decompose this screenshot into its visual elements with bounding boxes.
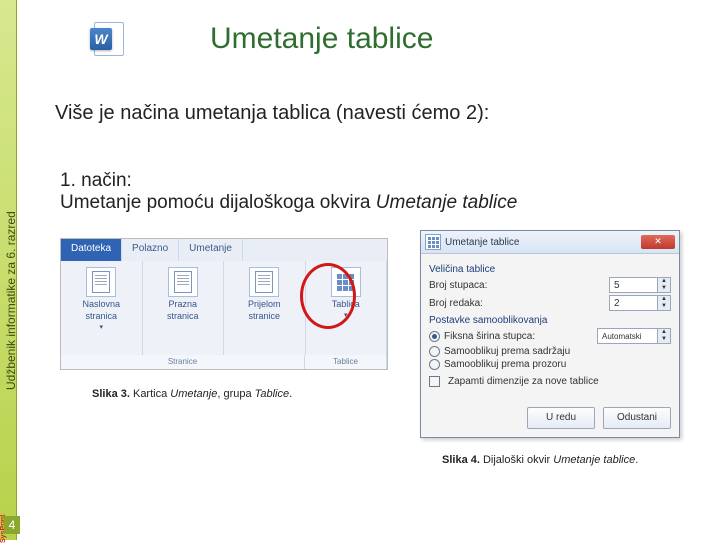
dialog-buttons: U redu Odustani: [527, 407, 671, 429]
chevron-down-icon[interactable]: ▼: [658, 336, 670, 343]
val-fixed: Automatski: [598, 332, 657, 341]
cover-page-icon: [86, 267, 116, 297]
spinner-fixed[interactable]: Automatski▲▼: [597, 328, 671, 344]
cap3-i1: Umetanje: [170, 388, 217, 400]
section-size: Veličina tablice: [429, 264, 671, 275]
tab-polazno[interactable]: Polazno: [122, 239, 179, 261]
cap4-bold: Slika 4.: [442, 454, 480, 466]
radio-content[interactable]: [429, 346, 440, 357]
row-rows: Broj redaka: 2▲▼: [429, 295, 671, 311]
cap3-i2: Tablice: [255, 388, 289, 400]
cap3-r1: Kartica: [130, 388, 170, 400]
cap3-mid: , grupa: [217, 388, 254, 400]
ribbon-body: Naslovna stranica ▾ Prazna stranica Prij…: [61, 261, 387, 355]
grp3-l2: stranice: [248, 311, 280, 321]
page-break-icon: [249, 267, 279, 297]
spinner-cols[interactable]: 5▲▼: [609, 277, 671, 293]
row-columns: Broj stupaca: 5▲▼: [429, 277, 671, 293]
radio-row-fixed: Fiksna širina stupca: Automatski▲▼: [429, 328, 671, 344]
chevron-down-icon: ▾: [344, 311, 348, 319]
page-number: 4: [4, 516, 20, 534]
ribbon-tabs: Datoteka Polazno Umetanje: [61, 239, 387, 261]
ribbon-footer: Stranice Tablice: [61, 355, 387, 369]
tab-datoteka[interactable]: Datoteka: [61, 239, 122, 261]
grp-tablica[interactable]: Tablica ▾: [306, 261, 388, 355]
table-icon: [331, 267, 361, 297]
caption4: Slika 4. Dijaloški okvir Umetanje tablic…: [442, 454, 638, 466]
chevron-down-icon[interactable]: ▼: [658, 303, 670, 310]
spine-text: Udžbenik informatike za 6. razred: [4, 211, 18, 390]
cap4-ital: Umetanje tablice: [553, 454, 635, 466]
blank-page-icon: [168, 267, 198, 297]
intro-text: Više je načina umetanja tablica (navesti…: [55, 102, 489, 125]
cap3-bold: Slika 3.: [92, 388, 130, 400]
remember-row: Zapamti dimenzije za nove tablice: [429, 376, 671, 387]
grp4-l1: Tablica: [332, 299, 360, 309]
method1-line: Umetanje pomoću dijaloškoga okvira: [60, 192, 376, 213]
grp-naslovna[interactable]: Naslovna stranica ▾: [61, 261, 143, 355]
label-content: Samooblikuj prema sadržaju: [444, 346, 570, 357]
chevron-down-icon: ▾: [99, 323, 103, 331]
radio-fixed[interactable]: [429, 331, 440, 342]
word-icon: W: [86, 18, 126, 58]
figure3-ribbon: Datoteka Polazno Umetanje Naslovna stran…: [60, 238, 388, 370]
method1-num: 1. način:: [60, 170, 132, 191]
grp-prijelom[interactable]: Prijelom stranice: [224, 261, 306, 355]
tab-umetanje[interactable]: Umetanje: [179, 239, 243, 261]
radio-row-window: Samooblikuj prema prozoru: [429, 359, 671, 370]
cap4-rest: Dijaloški okvir: [480, 454, 553, 466]
method1-block: 1. način: Umetanje pomoću dijaloškoga ok…: [60, 170, 690, 214]
dialog-body: Veličina tablice Broj stupaca: 5▲▼ Broj …: [421, 254, 679, 395]
caption3: Slika 3. Kartica Umetanje, grupa Tablice…: [92, 388, 292, 400]
label-fixed: Fiksna širina stupca:: [444, 331, 535, 342]
grp3-l1: Prijelom: [248, 299, 281, 309]
cap4-end: .: [635, 454, 638, 466]
spinner-rows[interactable]: 2▲▼: [609, 295, 671, 311]
label-rows: Broj redaka:: [429, 298, 483, 309]
dialog-titlebar: Umetanje tablice ✕: [421, 231, 679, 254]
grp1-l2: stranica: [85, 311, 117, 321]
checkbox-remember[interactable]: [429, 376, 440, 387]
dialog-title: Umetanje tablice: [445, 237, 641, 248]
label-window: Samooblikuj prema prozoru: [444, 359, 566, 370]
close-button[interactable]: ✕: [641, 235, 675, 249]
val-rows: 2: [610, 298, 657, 309]
val-cols: 5: [610, 280, 657, 291]
chevron-up-icon[interactable]: ▲: [658, 278, 670, 285]
grp2-l2: stranica: [167, 311, 199, 321]
chevron-up-icon[interactable]: ▲: [658, 329, 670, 336]
cap3-end: .: [289, 388, 292, 400]
cancel-button[interactable]: Odustani: [603, 407, 671, 429]
grp1-l1: Naslovna: [82, 299, 120, 309]
grp-prazna[interactable]: Prazna stranica: [143, 261, 225, 355]
ok-button[interactable]: U redu: [527, 407, 595, 429]
chevron-down-icon[interactable]: ▼: [658, 285, 670, 292]
radio-row-content: Samooblikuj prema sadržaju: [429, 346, 671, 357]
table-icon: [425, 234, 441, 250]
page-title: Umetanje tablice: [210, 22, 433, 56]
chevron-up-icon[interactable]: ▲: [658, 296, 670, 303]
label-remember: Zapamti dimenzije za nove tablice: [448, 376, 599, 387]
label-cols: Broj stupaca:: [429, 280, 487, 291]
section-autofit: Postavke samooblikovanja: [429, 315, 671, 326]
figure4-dialog: Umetanje tablice ✕ Veličina tablice Broj…: [420, 230, 680, 438]
grp2-l1: Prazna: [168, 299, 197, 309]
footer-stranice: Stranice: [61, 355, 305, 369]
footer-tablice: Tablice: [305, 355, 387, 369]
radio-window[interactable]: [429, 359, 440, 370]
method1-ital: Umetanje tablice: [376, 192, 518, 213]
